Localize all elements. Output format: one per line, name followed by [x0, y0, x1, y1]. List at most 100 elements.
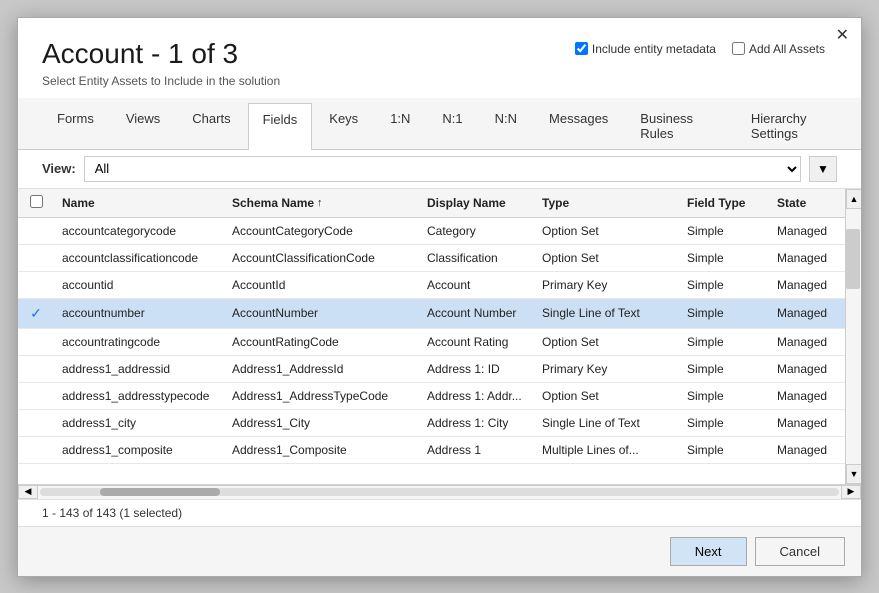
table-body: accountcategorycodeAccountCategoryCodeCa…: [18, 217, 845, 463]
row-check-cell: [18, 409, 54, 436]
row-display-name: Address 1: ID: [419, 355, 534, 382]
row-schema-name: Address1_AddressId: [224, 355, 419, 382]
row-schema-name: Address1_City: [224, 409, 419, 436]
row-type: Option Set: [534, 382, 679, 409]
table-row[interactable]: address1_cityAddress1_CityAddress 1: Cit…: [18, 409, 845, 436]
row-type: Single Line of Text: [534, 409, 679, 436]
row-schema-name: AccountCategoryCode: [224, 217, 419, 244]
row-state: Managed: [769, 271, 845, 298]
add-all-assets-checkbox[interactable]: [732, 42, 745, 55]
row-field-type: Simple: [679, 436, 769, 463]
col-state[interactable]: State: [769, 189, 845, 218]
table-header: Name Schema Name ↑ Display Name Type Fie…: [18, 189, 845, 218]
include-metadata-checkbox[interactable]: [575, 42, 588, 55]
row-state: Managed: [769, 409, 845, 436]
table-row[interactable]: address1_addresstypecodeAddress1_Address…: [18, 382, 845, 409]
table-row[interactable]: address1_compositeAddress1_CompositeAddr…: [18, 436, 845, 463]
row-field-type: Simple: [679, 382, 769, 409]
row-state: Managed: [769, 328, 845, 355]
tab-nn[interactable]: N:N: [480, 102, 532, 149]
horizontal-scroll-area: ◀ ▶: [18, 484, 861, 499]
col-type[interactable]: Type: [534, 189, 679, 218]
include-metadata-option[interactable]: Include entity metadata: [575, 42, 716, 56]
view-dropdown-btn[interactable]: ▼: [809, 156, 837, 182]
row-field-type: Simple: [679, 217, 769, 244]
row-name: address1_addressid: [54, 355, 224, 382]
fields-table: Name Schema Name ↑ Display Name Type Fie…: [18, 189, 845, 464]
vertical-scrollbar[interactable]: ▲ ▼: [845, 189, 861, 484]
select-all-checkbox[interactable]: [30, 195, 43, 208]
row-display-name: Account: [419, 271, 534, 298]
scroll-up-btn[interactable]: ▲: [846, 189, 861, 209]
col-check: [18, 189, 54, 218]
horiz-scroll-track: [40, 488, 839, 496]
scroll-left-btn[interactable]: ◀: [18, 485, 38, 499]
row-name: address1_addresstypecode: [54, 382, 224, 409]
row-check-cell: [18, 382, 54, 409]
cancel-button[interactable]: Cancel: [755, 537, 845, 566]
row-name: accountcategorycode: [54, 217, 224, 244]
tab-1n[interactable]: 1:N: [375, 102, 425, 149]
tab-views[interactable]: Views: [111, 102, 175, 149]
row-schema-name: Address1_Composite: [224, 436, 419, 463]
add-all-assets-label: Add All Assets: [749, 42, 825, 56]
col-schema-name[interactable]: Schema Name ↑: [224, 189, 419, 218]
scroll-right-btn[interactable]: ▶: [841, 485, 861, 499]
row-type: Multiple Lines of...: [534, 436, 679, 463]
row-type: Single Line of Text: [534, 298, 679, 328]
col-name[interactable]: Name: [54, 189, 224, 218]
scroll-track: [846, 209, 861, 464]
row-type: Option Set: [534, 328, 679, 355]
row-checkmark: ✓: [30, 305, 42, 321]
tab-messages[interactable]: Messages: [534, 102, 623, 149]
tab-fields[interactable]: Fields: [248, 103, 313, 150]
row-schema-name: AccountClassificationCode: [224, 244, 419, 271]
row-state: Managed: [769, 298, 845, 328]
tab-keys[interactable]: Keys: [314, 102, 373, 149]
row-check-cell: [18, 271, 54, 298]
row-type: Primary Key: [534, 355, 679, 382]
table-row[interactable]: ✓accountnumberAccountNumberAccount Numbe…: [18, 298, 845, 328]
next-button[interactable]: Next: [670, 537, 747, 566]
row-name: accountclassificationcode: [54, 244, 224, 271]
row-name: accountratingcode: [54, 328, 224, 355]
row-state: Managed: [769, 244, 845, 271]
row-field-type: Simple: [679, 244, 769, 271]
row-field-type: Simple: [679, 355, 769, 382]
row-field-type: Simple: [679, 328, 769, 355]
col-display-name[interactable]: Display Name: [419, 189, 534, 218]
scroll-down-btn[interactable]: ▼: [846, 464, 861, 484]
table-row[interactable]: accountclassificationcodeAccountClassifi…: [18, 244, 845, 271]
tab-n1[interactable]: N:1: [427, 102, 477, 149]
row-schema-name: AccountNumber: [224, 298, 419, 328]
view-select[interactable]: All: [84, 156, 801, 182]
table-row[interactable]: accountcategorycodeAccountCategoryCodeCa…: [18, 217, 845, 244]
close-button[interactable]: ✕: [836, 28, 849, 44]
horizontal-scrollbar[interactable]: [38, 485, 841, 499]
row-display-name: Address 1: City: [419, 409, 534, 436]
row-display-name: Address 1: Addr...: [419, 382, 534, 409]
row-state: Managed: [769, 436, 845, 463]
header-options: Include entity metadata Add All Assets: [575, 42, 825, 56]
row-type: Primary Key: [534, 271, 679, 298]
table-row[interactable]: address1_addressidAddress1_AddressIdAddr…: [18, 355, 845, 382]
tab-hierarchy_settings[interactable]: Hierarchy Settings: [736, 102, 859, 149]
row-check-cell: [18, 355, 54, 382]
tab-charts[interactable]: Charts: [177, 102, 245, 149]
tab-business_rules[interactable]: Business Rules: [625, 102, 734, 149]
add-all-assets-option[interactable]: Add All Assets: [732, 42, 825, 56]
dialog-subtitle: Select Entity Assets to Include in the s…: [42, 74, 837, 88]
row-name: accountnumber: [54, 298, 224, 328]
row-name: address1_composite: [54, 436, 224, 463]
table-wrapper[interactable]: Name Schema Name ↑ Display Name Type Fie…: [18, 189, 845, 484]
row-name: accountid: [54, 271, 224, 298]
table-row[interactable]: accountidAccountIdAccountPrimary KeySimp…: [18, 271, 845, 298]
include-metadata-label: Include entity metadata: [592, 42, 716, 56]
row-type: Option Set: [534, 217, 679, 244]
col-field-type[interactable]: Field Type: [679, 189, 769, 218]
row-display-name: Address 1: [419, 436, 534, 463]
row-state: Managed: [769, 217, 845, 244]
row-display-name: Category: [419, 217, 534, 244]
table-row[interactable]: accountratingcodeAccountRatingCodeAccoun…: [18, 328, 845, 355]
tab-forms[interactable]: Forms: [42, 102, 109, 149]
